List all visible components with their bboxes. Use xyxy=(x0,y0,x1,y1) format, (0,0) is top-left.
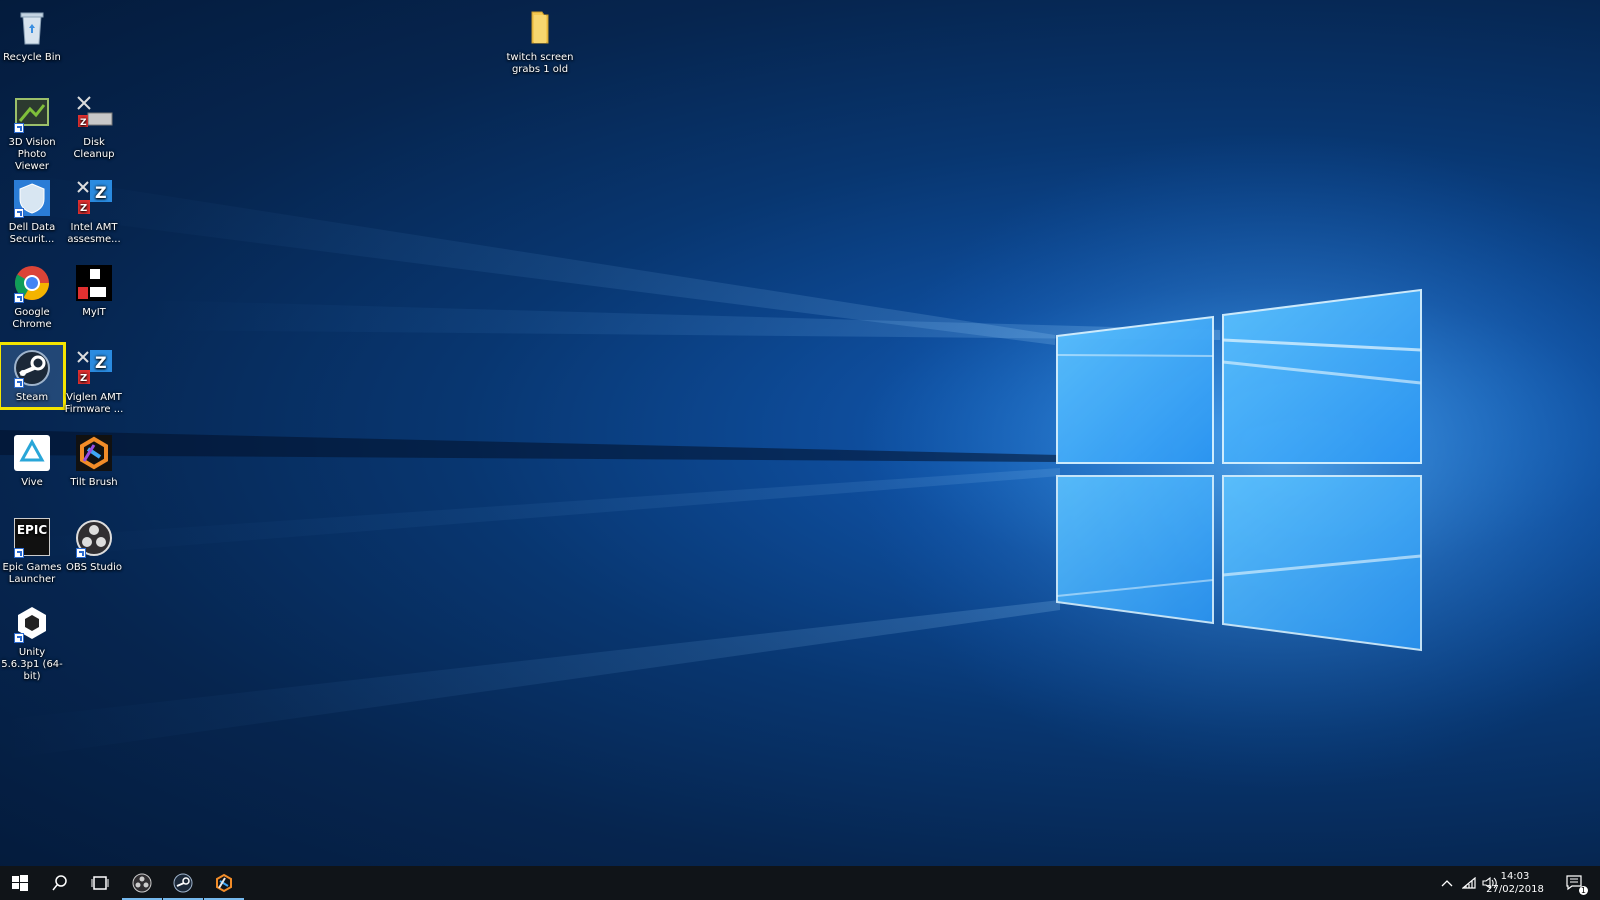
desktop-icon-dell-data[interactable]: Dell Data Securit... xyxy=(0,174,64,246)
dell-shield-icon xyxy=(12,178,52,218)
task-view-icon xyxy=(91,876,109,890)
obs-icon xyxy=(132,873,152,893)
search-button[interactable] xyxy=(40,866,80,900)
3d-vision-icon xyxy=(12,93,52,133)
action-center-button[interactable]: 1 xyxy=(1562,866,1588,900)
wallpaper xyxy=(0,130,1600,790)
icon-label: Dell Data Securit... xyxy=(8,222,56,245)
obs-icon xyxy=(74,518,114,558)
notification-count: 1 xyxy=(1578,886,1588,895)
folder-icon xyxy=(520,8,560,48)
icon-label: Epic Games Launcher xyxy=(2,562,62,585)
vive-icon xyxy=(12,433,52,473)
windows-start-icon xyxy=(12,875,28,891)
desktop-icon-unity[interactable]: Unity 5.6.3p1 (64-bit) xyxy=(0,599,64,683)
svg-text:Z: Z xyxy=(80,373,87,384)
icon-label: Steam xyxy=(15,392,49,403)
icon-label: Recycle Bin xyxy=(3,52,61,63)
svg-text:Z: Z xyxy=(95,183,107,202)
disk-cleanup-icon: Z xyxy=(74,93,114,133)
wifi-icon xyxy=(1462,877,1476,889)
icon-label: OBS Studio xyxy=(66,562,122,573)
shortcut-arrow-icon xyxy=(14,548,24,558)
clock-time: 14:03 xyxy=(1500,871,1530,882)
network-button[interactable] xyxy=(1459,866,1479,900)
tilt-brush-icon xyxy=(216,873,232,893)
recycle-bin-icon xyxy=(12,8,52,48)
desktop-icon-viglen-amt[interactable]: ZZ Viglen AMT Firmware ... xyxy=(62,344,126,416)
steam-icon xyxy=(12,348,52,388)
svg-text:Z: Z xyxy=(95,353,107,372)
shortcut-arrow-icon xyxy=(14,633,24,643)
icon-label: 3D Vision Photo Viewer xyxy=(8,137,56,172)
svg-text:Z: Z xyxy=(80,118,87,128)
icon-label: Viglen AMT Firmware ... xyxy=(64,392,124,415)
desktop-icon-epic-games[interactable]: EPIC Epic Games Launcher xyxy=(0,514,64,586)
desktop-icon-3d-vision[interactable]: 3D Vision Photo Viewer xyxy=(0,89,64,173)
taskbar-clock[interactable]: 14:03 27/02/2018 xyxy=(1480,870,1550,896)
taskbar-app-obs[interactable] xyxy=(122,866,162,900)
epic-games-icon: EPIC xyxy=(12,518,52,558)
chrome-icon xyxy=(12,263,52,303)
steam-icon xyxy=(173,873,193,893)
icon-label: Vive xyxy=(21,477,43,488)
unity-icon xyxy=(12,603,52,643)
myit-icon xyxy=(74,263,114,303)
icon-label: Tilt Brush xyxy=(70,477,118,488)
desktop-icon-tilt-brush[interactable]: Tilt Brush xyxy=(62,429,126,489)
desktop[interactable]: Recycle Bin twitch screen grabs 1 old 3D… xyxy=(0,0,1600,866)
svg-text:Z: Z xyxy=(80,203,87,214)
icon-label: Disk Cleanup xyxy=(73,137,115,160)
desktop-icon-twitch-folder[interactable]: twitch screen grabs 1 old xyxy=(505,4,575,76)
desktop-icon-steam[interactable]: Steam xyxy=(0,342,66,410)
task-view-button[interactable] xyxy=(80,866,120,900)
icon-label: Intel AMT assesme... xyxy=(67,222,121,245)
shortcut-arrow-icon xyxy=(14,293,24,303)
desktop-icon-obs-studio[interactable]: OBS Studio xyxy=(62,514,126,574)
icon-label: Google Chrome xyxy=(12,307,52,330)
taskbar-app-steam[interactable] xyxy=(163,866,203,900)
taskbar-app-tilt-brush[interactable] xyxy=(204,866,244,900)
tilt-brush-icon xyxy=(74,433,114,473)
icon-label: twitch screen grabs 1 old xyxy=(506,52,574,75)
chevron-up-icon xyxy=(1441,880,1453,887)
start-button[interactable] xyxy=(0,866,40,900)
search-icon xyxy=(52,875,67,891)
desktop-icon-vive[interactable]: Vive xyxy=(0,429,64,489)
taskbar: 14:03 27/02/2018 1 xyxy=(0,866,1600,900)
desktop-icon-myit[interactable]: MyIT xyxy=(62,259,126,319)
intel-amt-icon: ZZ xyxy=(74,178,114,218)
desktop-icon-intel-amt[interactable]: ZZ Intel AMT assesme... xyxy=(62,174,126,246)
shortcut-arrow-icon xyxy=(14,208,24,218)
shortcut-arrow-icon xyxy=(14,123,24,133)
desktop-icon-disk-cleanup[interactable]: Z Disk Cleanup xyxy=(62,89,126,161)
shortcut-arrow-icon xyxy=(76,548,86,558)
show-hidden-icons-button[interactable] xyxy=(1437,866,1457,900)
desktop-icon-google-chrome[interactable]: Google Chrome xyxy=(0,259,64,331)
desktop-icon-recycle-bin[interactable]: Recycle Bin xyxy=(0,4,64,64)
icon-label: MyIT xyxy=(82,307,106,318)
viglen-amt-icon: ZZ xyxy=(74,348,114,388)
icon-label: Unity 5.6.3p1 (64-bit) xyxy=(1,647,63,682)
shortcut-arrow-icon xyxy=(14,378,24,388)
clock-date: 27/02/2018 xyxy=(1486,884,1544,895)
